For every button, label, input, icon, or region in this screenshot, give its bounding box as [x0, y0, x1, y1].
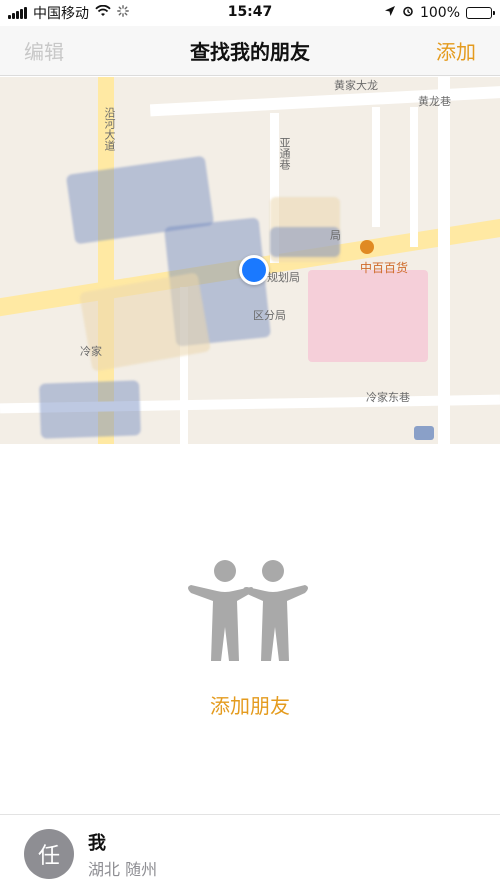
map-label-street-bottom: 冷家东巷 [366, 391, 410, 404]
signal-icon [8, 7, 27, 19]
map-poi-department-store[interactable] [360, 240, 374, 254]
map-view[interactable]: 沿河大道 黄家大龙 黄龙巷 亚通巷 局 乡规划局 区分局 冷家 冷家东巷 中百百… [0, 77, 500, 445]
map-poi-department-store-label[interactable]: 中百百货 [360, 259, 408, 276]
battery-icon [466, 7, 495, 19]
status-left: 中国移动 [0, 3, 137, 23]
map-label-street-vertical: 沿河大道 [103, 107, 116, 151]
map-label-street-top: 黄家大龙 [334, 79, 378, 92]
map-label-bureau-top: 局 [330, 229, 341, 242]
status-bar: 中国移动 15:47 100% [0, 0, 500, 26]
edit-button[interactable]: 编辑 [24, 36, 64, 65]
map-road-alley-3 [410, 107, 418, 247]
battery-percent: 100% [419, 5, 460, 21]
add-friends-button[interactable]: 添加朋友 [0, 690, 500, 719]
status-right: 100% [376, 5, 500, 21]
map-label-district-branch: 区分局 [253, 309, 286, 322]
avatar: 任 [24, 829, 74, 879]
wifi-icon [95, 4, 111, 21]
navigation-bar: 编辑 查找我的朋友 添加 [0, 26, 500, 76]
friends-icon [185, 557, 315, 677]
map-label-alley-vertical: 亚通巷 [278, 137, 291, 170]
alarm-icon [402, 5, 414, 21]
map-scribble [39, 380, 141, 439]
location-arrow-icon [384, 5, 396, 21]
carrier-label: 中国移动 [33, 6, 89, 22]
me-name: 我 [88, 833, 106, 854]
map-transit-icon [414, 426, 434, 440]
map-label-left: 冷家 [80, 345, 102, 358]
map-pink-area [308, 270, 428, 362]
map-label-alley-top-right: 黄龙巷 [418, 95, 451, 108]
add-button[interactable]: 添加 [436, 36, 476, 65]
map-road-alley-2 [372, 107, 380, 227]
empty-state: 添加朋友 [0, 444, 500, 814]
map-road-right-vertical [438, 77, 450, 444]
me-location: 湖北 随州 [88, 860, 158, 879]
me-row[interactable]: 任 我 湖北 随州 [0, 814, 500, 889]
current-location-pin-icon[interactable] [239, 255, 269, 285]
page-title: 查找我的朋友 [190, 40, 310, 64]
map-poi-department-store-text: 中百百货 [360, 261, 409, 275]
loading-spinner-icon [117, 5, 129, 21]
shopping-bag-icon [360, 240, 374, 254]
